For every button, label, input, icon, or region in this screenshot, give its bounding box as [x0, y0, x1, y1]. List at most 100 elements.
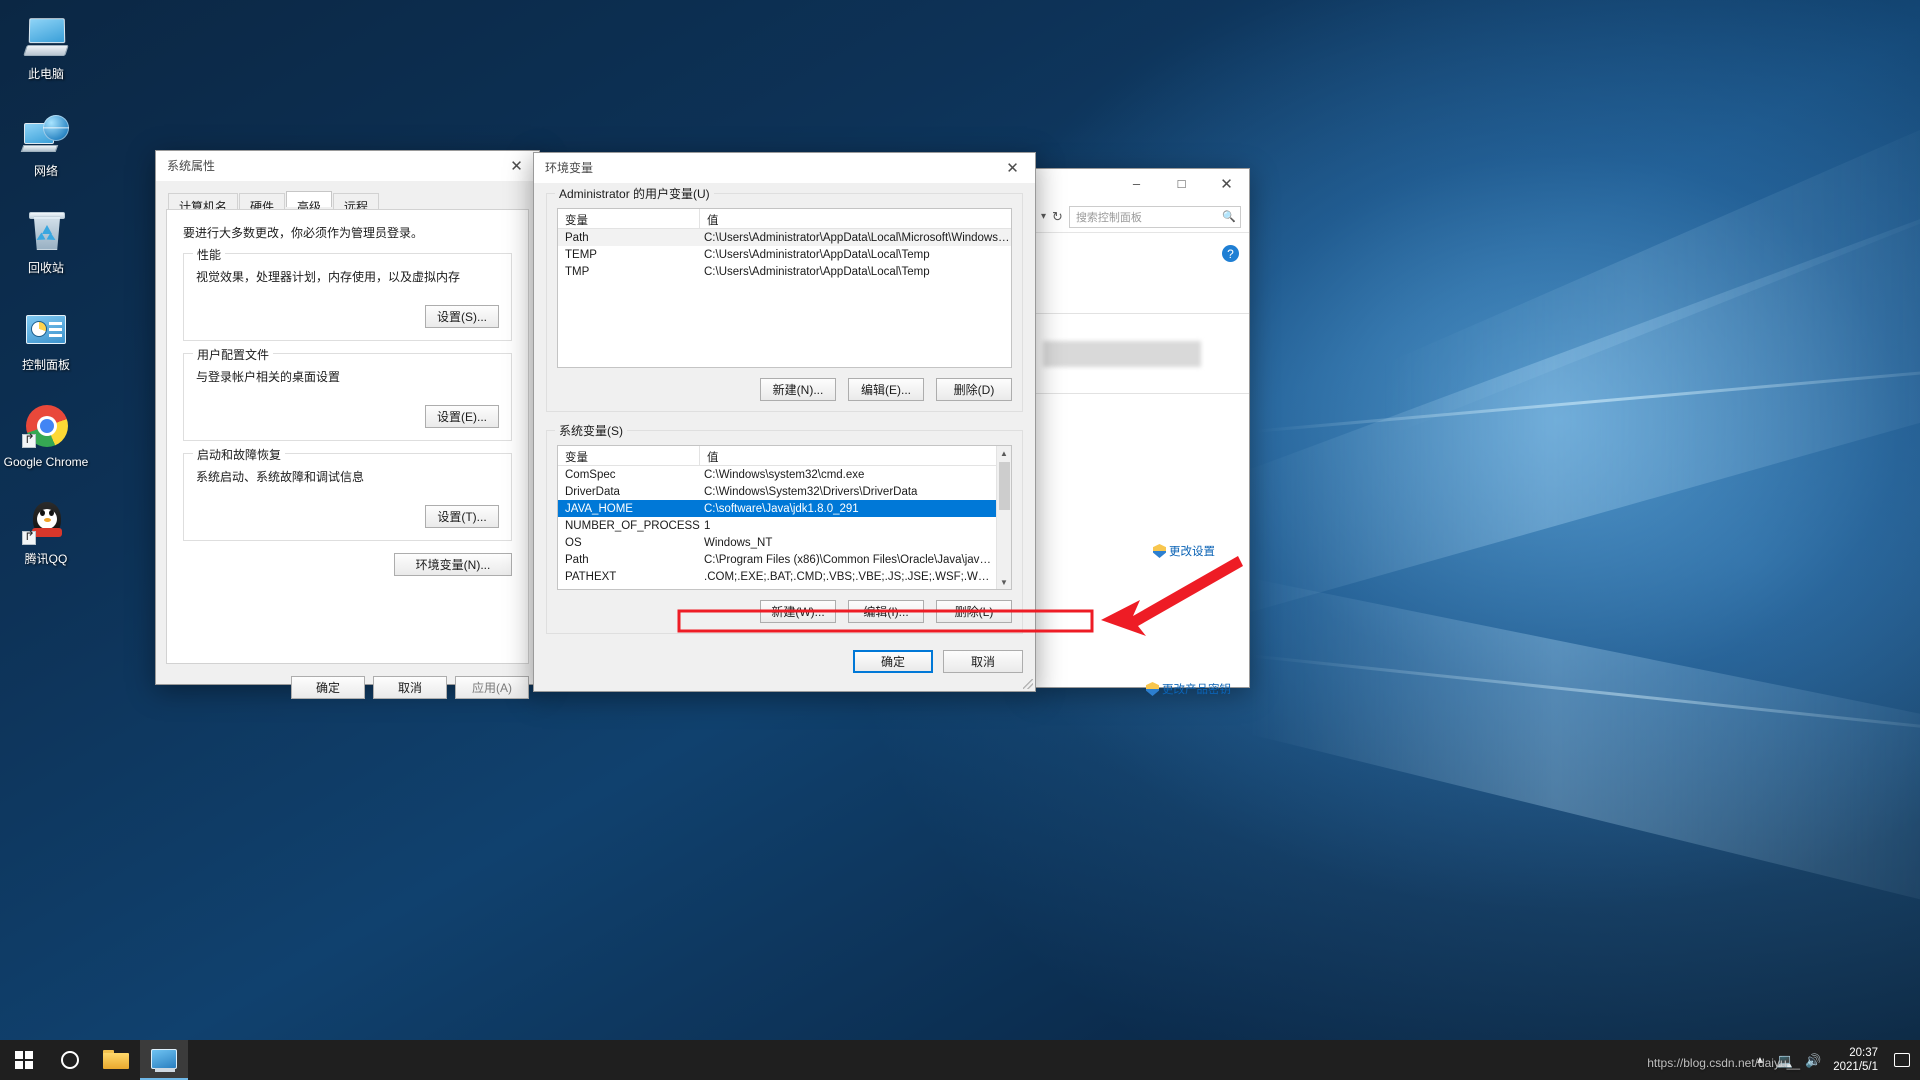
- scroll-up-icon[interactable]: ▲: [1000, 446, 1008, 460]
- system-properties-titlebar: 系统属性 ✕: [156, 151, 539, 181]
- taskbar-system-properties[interactable]: [140, 1040, 188, 1080]
- column-header-variable: 变量: [558, 209, 700, 228]
- tab-computer-name[interactable]: 计算机名: [168, 193, 239, 214]
- table-row[interactable]: Path C:\Program Files (x86)\Common Files…: [558, 551, 996, 568]
- desktop-icon-label: 此电脑: [27, 67, 64, 81]
- cancel-button[interactable]: 取消: [373, 676, 447, 699]
- user-profiles-settings-button[interactable]: 设置(E)...: [425, 405, 499, 428]
- refresh-icon[interactable]: ↻: [1052, 209, 1063, 225]
- environment-variables-button[interactable]: 环境变量(N)...: [394, 553, 512, 576]
- variable-name: TMP: [565, 265, 590, 278]
- scroll-down-icon[interactable]: ▼: [1000, 575, 1008, 589]
- folder-icon: [103, 1050, 129, 1070]
- user-new-button[interactable]: 新建(N)...: [760, 378, 836, 401]
- shield-icon: [1153, 544, 1166, 558]
- table-row[interactable]: DriverData C:\Windows\System32\Drivers\D…: [558, 483, 996, 500]
- variable-value: Windows_NT: [704, 536, 773, 549]
- change-settings-link[interactable]: 更改设置: [1153, 543, 1215, 559]
- column-header-variable: 变量: [558, 446, 700, 465]
- clock-time: 20:37: [1849, 1047, 1878, 1059]
- link-label: 更改产品密钥: [1162, 684, 1231, 696]
- table-row[interactable]: NUMBER_OF_PROCESSORS 1: [558, 517, 996, 534]
- user-delete-button[interactable]: 删除(D): [936, 378, 1012, 401]
- table-row[interactable]: TEMP C:\Users\Administrator\AppData\Loca…: [558, 246, 1011, 263]
- admin-note: 要进行大多数更改，你必须作为管理员登录。: [183, 226, 424, 240]
- user-variables-table[interactable]: 变量 值 Path C:\Users\Administrator\AppData…: [557, 208, 1012, 368]
- column-header-value: 值: [707, 215, 719, 227]
- tab-remote[interactable]: 远程: [333, 193, 380, 214]
- performance-settings-button[interactable]: 设置(S)...: [425, 305, 499, 328]
- control-panel-search-input[interactable]: 搜索控制面板 🔍: [1068, 205, 1241, 228]
- variable-value: 1: [704, 519, 711, 532]
- group-legend: 启动和故障恢复: [193, 446, 286, 463]
- recycle-bin-icon: [22, 208, 70, 256]
- help-icon[interactable]: ?: [1222, 245, 1239, 262]
- maximize-button[interactable]: □: [1159, 169, 1204, 198]
- desktop-icon-this-pc[interactable]: 此电脑: [0, 8, 92, 91]
- user-variables-buttons: 新建(N)... 编辑(E)... 删除(D): [557, 378, 1012, 401]
- table-header: 变量 值: [558, 209, 1011, 229]
- taskbar-file-explorer[interactable]: [92, 1040, 140, 1080]
- system-properties-tabs: 计算机名 硬件 高级 远程: [156, 181, 539, 214]
- shortcut-arrow-icon: [22, 434, 36, 448]
- variable-name: DriverData: [565, 485, 620, 498]
- environment-variables-window[interactable]: 环境变量 ✕ Administrator 的用户变量(U) 变量 值 Path …: [533, 152, 1036, 692]
- search-icon: 🔍: [1222, 211, 1236, 223]
- system-edit-button[interactable]: 编辑(I)...: [848, 600, 924, 623]
- variable-value: C:\Users\Administrator\AppData\Local\Mic…: [704, 231, 1011, 244]
- system-new-button[interactable]: 新建(W)...: [760, 600, 836, 623]
- startup-recovery-group: 启动和故障恢复 系统启动、系统故障和调试信息 设置(T)...: [183, 446, 512, 541]
- group-description: 视觉效果，处理器计划，内存使用，以及虚拟内存: [196, 270, 461, 284]
- variable-value: .COM;.EXE;.BAT;.CMD;.VBS;.VBE;.JS;.JSE;.…: [704, 570, 996, 583]
- resize-grip[interactable]: [1023, 679, 1033, 689]
- desktop-icon-qq[interactable]: 腾讯QQ: [0, 493, 92, 576]
- user-edit-button[interactable]: 编辑(E)...: [848, 378, 924, 401]
- taskbar-clock[interactable]: 20:37 2021/5/1: [1833, 1046, 1882, 1074]
- tab-hardware[interactable]: 硬件: [239, 193, 286, 214]
- minimize-button[interactable]: –: [1114, 169, 1159, 198]
- variable-value: C:\Windows\system32\cmd.exe: [704, 468, 865, 481]
- tab-advanced[interactable]: 高级: [286, 191, 333, 214]
- system-delete-button[interactable]: 删除(L): [936, 600, 1012, 623]
- chevron-down-icon[interactable]: ▾: [1041, 211, 1046, 222]
- env-cancel-button[interactable]: 取消: [943, 650, 1023, 673]
- table-row[interactable]: Path C:\Users\Administrator\AppData\Loca…: [558, 229, 1011, 246]
- system-variables-table[interactable]: 变量 值 ComSpec C:\Windows\system32\cmd.exe…: [557, 445, 1012, 590]
- apply-button[interactable]: 应用(A): [455, 676, 529, 699]
- system-properties-window[interactable]: 系统属性 ✕ 计算机名 硬件 高级 远程 要进行大多数更改，你必须作为管理员登录…: [155, 150, 540, 699]
- group-description: 系统启动、系统故障和调试信息: [196, 470, 365, 484]
- volume-tray-icon[interactable]: 🔊: [1805, 1054, 1821, 1067]
- desktop-icon-label: 控制面板: [21, 358, 70, 372]
- environment-variables-body: Administrator 的用户变量(U) 变量 值 Path C:\User…: [534, 183, 1035, 634]
- search-placeholder: 搜索控制面板: [1075, 211, 1142, 224]
- table-row[interactable]: ComSpec C:\Windows\system32\cmd.exe: [558, 466, 996, 483]
- close-button[interactable]: ✕: [990, 153, 1035, 182]
- change-product-key-link[interactable]: 更改产品密钥: [1146, 681, 1231, 697]
- startup-recovery-settings-button[interactable]: 设置(T)...: [425, 505, 499, 528]
- desktop-icon-network[interactable]: 网络: [0, 105, 92, 188]
- user-variables-group: Administrator 的用户变量(U) 变量 值 Path C:\User…: [546, 185, 1023, 412]
- control-panel-window[interactable]: – □ ✕ ▾ ↻ 搜索控制面板 🔍 ? 更改设置 更改产品密钥: [1032, 168, 1250, 696]
- start-button[interactable]: [0, 1040, 48, 1080]
- action-center-icon[interactable]: [1894, 1053, 1910, 1067]
- system-variables-scrollbar[interactable]: ▲ ▼: [996, 446, 1011, 589]
- table-row[interactable]: OS Windows_NT: [558, 534, 996, 551]
- table-row[interactable]: PATHEXT .COM;.EXE;.BAT;.CMD;.VBS;.VBE;.J…: [558, 568, 996, 585]
- table-row[interactable]: TMP C:\Users\Administrator\AppData\Local…: [558, 263, 1011, 280]
- desktop-icon-recycle-bin[interactable]: 回收站: [0, 202, 92, 285]
- desktop-icon-label: 网络: [33, 164, 58, 178]
- cortana-button[interactable]: [48, 1040, 92, 1080]
- desktop-icon-chrome[interactable]: Google Chrome: [0, 396, 92, 479]
- user-profiles-group: 用户配置文件 与登录帐户相关的桌面设置 设置(E)...: [183, 346, 512, 441]
- scrollbar-thumb[interactable]: [999, 462, 1010, 510]
- close-button[interactable]: ✕: [1204, 169, 1249, 198]
- table-row-java-home[interactable]: JAVA_HOME C:\software\Java\jdk1.8.0_291: [558, 500, 996, 517]
- control-panel-titlebar: – □ ✕: [1033, 169, 1249, 201]
- variable-name: OS: [565, 536, 582, 549]
- desktop-icon-control-panel[interactable]: 控制面板: [0, 299, 92, 382]
- variable-value: C:\Users\Administrator\AppData\Local\Tem…: [704, 265, 930, 278]
- ok-button[interactable]: 确定: [291, 676, 365, 699]
- link-label: 更改设置: [1169, 546, 1215, 558]
- env-ok-button[interactable]: 确定: [853, 650, 933, 673]
- variable-value: C:\Users\Administrator\AppData\Local\Tem…: [704, 248, 930, 261]
